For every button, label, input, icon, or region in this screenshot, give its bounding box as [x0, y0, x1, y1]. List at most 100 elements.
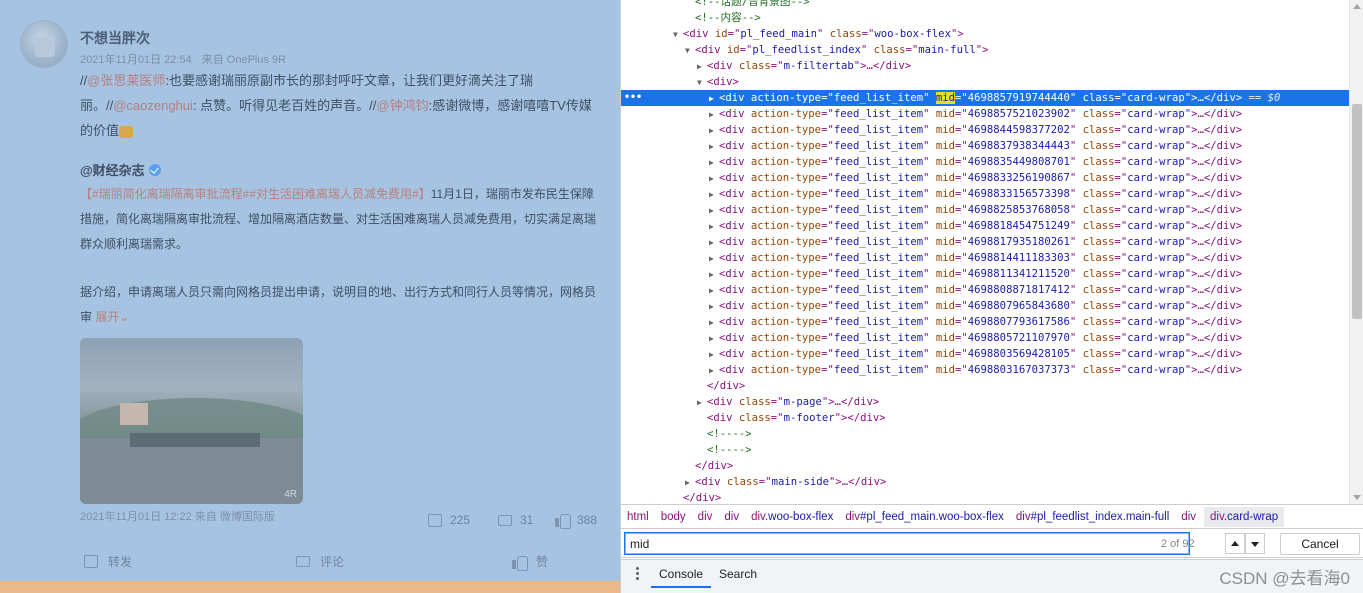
tab-search[interactable]: Search — [711, 566, 765, 588]
dom-node-line[interactable]: ▼ <div> — [621, 74, 1349, 90]
previous-match-button[interactable] — [1225, 533, 1245, 554]
dom-node-line[interactable]: <!--内容--> — [621, 10, 1349, 26]
repost-tags[interactable]: 【#瑞丽简化离瑞隔离审批流程##对生活困难离瑞人员减免费用#】 — [80, 187, 431, 201]
dom-node-feed-item[interactable]: ▶ <div action-type="feed_list_item" mid="… — [621, 218, 1349, 234]
dom-node-line[interactable]: ▼ <div id="pl_feedlist_index" class="main… — [621, 42, 1349, 58]
expand-arrow-icon[interactable]: ▶ — [709, 235, 719, 251]
user-avatar[interactable] — [20, 20, 68, 68]
dom-node-line[interactable]: ▶ <div class="m-page">…</div> — [621, 394, 1349, 410]
next-match-button[interactable] — [1245, 533, 1265, 554]
breadcrumb-item[interactable]: div#pl_feedlist_index.main-full — [1016, 511, 1169, 523]
tab-console[interactable]: Console — [651, 566, 712, 588]
dom-node-feed-item[interactable]: ▶ <div action-type="feed_list_item" mid="… — [621, 266, 1349, 282]
user-name[interactable]: 不想当胖次 — [80, 28, 150, 48]
tag-close: ">…</div> — [1184, 332, 1243, 344]
dom-node-feed-item[interactable]: ▶ <div action-type="feed_list_item" mid="… — [621, 154, 1349, 170]
expand-arrow-icon[interactable]: ▶ — [709, 91, 719, 107]
dom-node-line[interactable]: <!--话题/音背景图--> — [621, 0, 1349, 10]
expand-arrow-icon[interactable]: ▶ — [709, 203, 719, 219]
mention-link[interactable]: @caozenghui — [113, 98, 193, 113]
repost-author[interactable]: @财经杂志 — [80, 160, 161, 179]
dom-node-feed-item[interactable]: ▶ <div action-type="feed_list_item" mid="… — [621, 202, 1349, 218]
expand-arrow-icon[interactable]: ▶ — [685, 475, 695, 491]
share-button[interactable]: 转发 — [84, 553, 132, 570]
dom-node-line[interactable]: ▶ <div class="main-side">…</div> — [621, 474, 1349, 490]
dom-node-feed-item[interactable]: ▶ <div action-type="feed_list_item" mid="… — [621, 170, 1349, 186]
dom-node-feed-item[interactable]: ▶ <div action-type="feed_list_item" mid="… — [621, 186, 1349, 202]
dom-node-feed-item[interactable]: ▶ <div action-type="feed_list_item" mid="… — [621, 122, 1349, 138]
expand-arrow-icon[interactable]: ▶ — [709, 219, 719, 235]
dom-node-line[interactable]: </div> — [621, 458, 1349, 474]
breadcrumb-item[interactable]: div#pl_feed_main.woo-box-flex — [845, 511, 1004, 523]
repost-share-stat[interactable]: 225 — [428, 513, 470, 527]
dom-node-line[interactable]: </div> — [621, 378, 1349, 394]
repost-author-name[interactable]: @财经杂志 — [80, 163, 145, 178]
collapse-arrow-icon[interactable]: ▼ — [673, 27, 683, 43]
breadcrumb-item[interactable]: div — [698, 511, 713, 523]
collapse-arrow-icon[interactable]: ▼ — [685, 43, 695, 59]
dom-node-feed-item[interactable]: ▶ <div action-type="feed_list_item" mid="… — [621, 234, 1349, 250]
dom-node-line[interactable]: ▼ <div id="pl_feed_main" class="woo-box-f… — [621, 26, 1349, 42]
dom-node-line[interactable]: ▶ <div class="m-filtertab">…</div> — [621, 58, 1349, 74]
breadcrumb-item[interactable]: div — [724, 511, 739, 523]
dom-node-feed-item[interactable]: ▶ <div action-type="feed_list_item" mid="… — [621, 106, 1349, 122]
dom-breadcrumb: html body div div div.woo-box-flex div#pl_fee… — [621, 504, 1363, 529]
expand-arrow-icon — [685, 459, 695, 475]
expand-arrow-icon[interactable]: ▶ — [709, 363, 719, 379]
drawer-menu-icon[interactable] — [631, 566, 643, 582]
expand-arrow-icon[interactable]: ▶ — [709, 299, 719, 315]
dom-node-line[interactable]: <div class="m-footer"></div> — [621, 410, 1349, 426]
dom-node-feed-item[interactable]: ▶ <div action-type="feed_list_item" mid="… — [621, 346, 1349, 362]
dom-node-feed-item[interactable]: ▶ <div action-type="feed_list_item" mid="… — [621, 138, 1349, 154]
breadcrumb-item[interactable]: body — [661, 511, 686, 523]
expand-arrow-icon[interactable]: ▶ — [709, 251, 719, 267]
expand-arrow-icon[interactable]: ▶ — [697, 395, 707, 411]
attr-value-mid: 4698835449808701 — [967, 156, 1070, 168]
dom-node-feed-item[interactable]: ▶ <div action-type="feed_list_item" mid="… — [621, 282, 1349, 298]
scroll-down-icon[interactable] — [1353, 495, 1361, 500]
dom-node-feed-item[interactable]: ▶ <div action-type="feed_list_item" mid="… — [621, 250, 1349, 266]
dom-node-feed-item[interactable]: ••• ▶ <div action-type="feed_list_item" mi… — [621, 90, 1349, 106]
expand-arrow-icon[interactable]: ▶ — [709, 267, 719, 283]
expand-arrow-icon[interactable]: ▶ — [709, 155, 719, 171]
dom-node-line[interactable]: <!----> — [621, 442, 1349, 458]
dom-node-feed-item[interactable]: ▶ <div action-type="feed_list_item" mid="… — [621, 298, 1349, 314]
expand-arrow-icon[interactable]: ▶ — [709, 187, 719, 203]
expand-arrow-icon[interactable]: ▶ — [709, 107, 719, 123]
expand-arrow-icon[interactable]: ▶ — [709, 123, 719, 139]
elements-tree[interactable]: <!--话题/音背景图--> <!--内容--> ▼ <div id="pl_fee… — [621, 0, 1349, 504]
scroll-up-icon[interactable] — [1353, 4, 1361, 9]
cancel-search-button[interactable]: Cancel — [1280, 533, 1360, 555]
expand-arrow-icon[interactable]: ▶ — [709, 347, 719, 363]
expand-arrow-icon[interactable]: ▶ — [709, 139, 719, 155]
selected-node-menu-icon[interactable]: ••• — [624, 90, 642, 106]
mention-link[interactable]: @钟鸿钧 — [376, 98, 428, 113]
dom-node-line[interactable]: <!----> — [621, 426, 1349, 442]
breadcrumb-item[interactable]: div.card-wrap — [1204, 506, 1285, 527]
repost-photo[interactable]: 4R — [80, 338, 303, 504]
mention-link[interactable]: @张思莱医师 — [87, 73, 165, 88]
dom-node-feed-item[interactable]: ▶ <div action-type="feed_list_item" mid="… — [621, 314, 1349, 330]
collapse-arrow-icon[interactable]: ▼ — [697, 75, 707, 91]
comment-button[interactable]: 评论 — [296, 553, 344, 570]
repost-comment-stat[interactable]: 31 — [498, 513, 533, 527]
expand-arrow-icon[interactable]: ▶ — [709, 171, 719, 187]
repost-time[interactable]: 2021年11月01日 12:22 — [80, 511, 192, 523]
dom-node-feed-item[interactable]: ▶ <div action-type="feed_list_item" mid="… — [621, 330, 1349, 346]
expand-arrow-icon[interactable]: ▶ — [709, 331, 719, 347]
like-button[interactable]: 赞 — [512, 553, 548, 571]
repost-like-stat[interactable]: 388 — [555, 513, 597, 529]
breadcrumb-item[interactable]: html — [627, 511, 649, 523]
dom-node-line[interactable]: </div> — [621, 490, 1349, 504]
post-time[interactable]: 2021年11月01日 22:54 — [80, 54, 192, 66]
dom-node-feed-item[interactable]: ▶ <div action-type="feed_list_item" mid="… — [621, 362, 1349, 378]
search-input[interactable] — [624, 532, 1190, 555]
scrollbar-thumb[interactable] — [1352, 104, 1362, 319]
elements-scrollbar[interactable] — [1349, 0, 1363, 504]
breadcrumb-item[interactable]: div — [1181, 511, 1196, 523]
expand-arrow-icon[interactable]: ▶ — [709, 283, 719, 299]
expand-arrow-icon[interactable]: ▶ — [697, 59, 707, 75]
expand-link[interactable]: 展开⌄ — [95, 310, 129, 324]
breadcrumb-item[interactable]: div.woo-box-flex — [751, 511, 833, 523]
expand-arrow-icon[interactable]: ▶ — [709, 315, 719, 331]
